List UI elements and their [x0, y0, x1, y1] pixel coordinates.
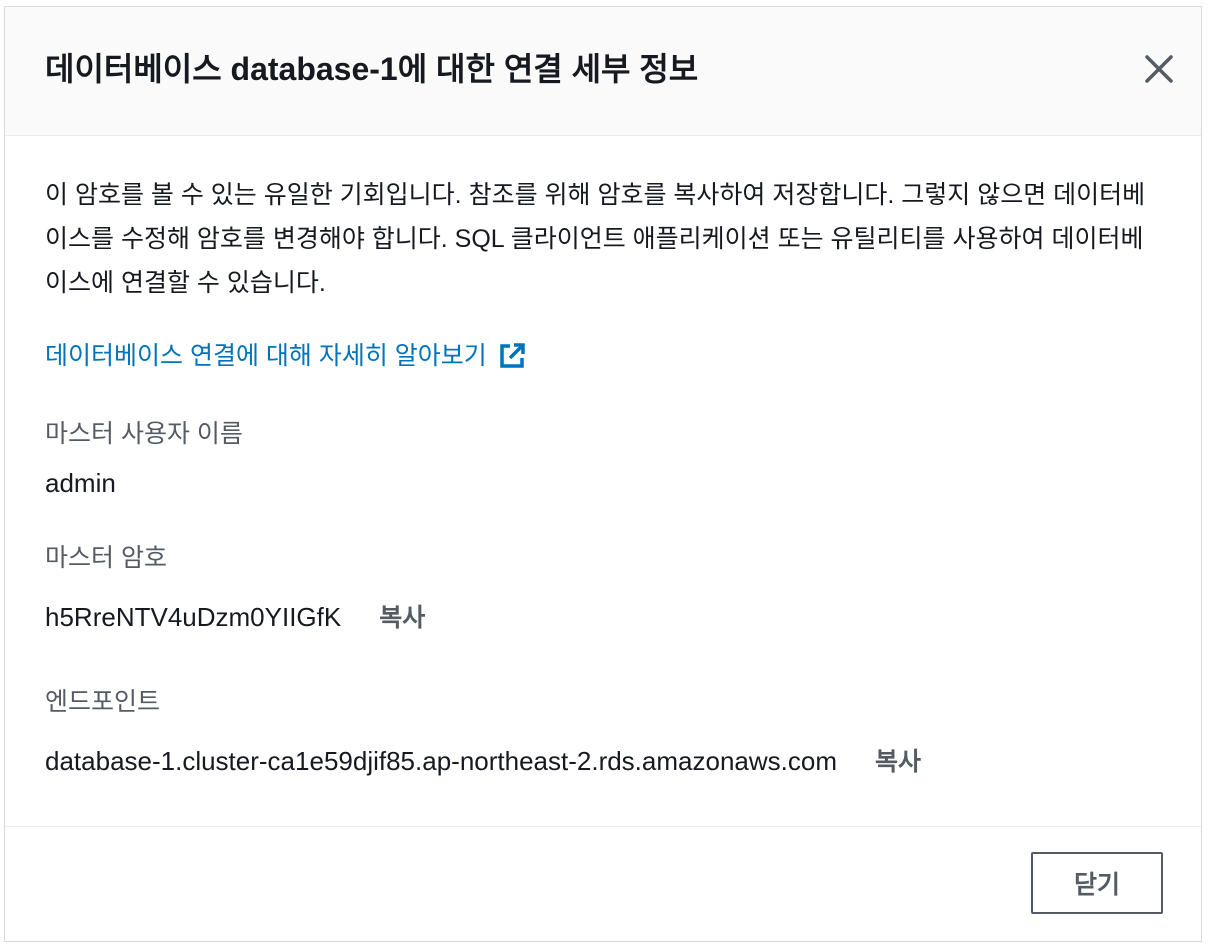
learn-more-label: 데이터베이스 연결에 대해 자세히 알아보기 [45, 342, 487, 370]
modal-footer: 닫기 [5, 826, 1201, 941]
close-footer-button[interactable]: 닫기 [1031, 852, 1163, 914]
modal-title: 데이터베이스 database-1에 대한 연결 세부 정보 [45, 51, 699, 87]
learn-more-link[interactable]: 데이터베이스 연결에 대해 자세히 알아보기 [45, 339, 527, 373]
close-icon [1145, 55, 1173, 83]
master-username-value: admin [45, 468, 116, 498]
master-password-row: h5RreNTV4uDzm0YIIGfK 복사 [45, 599, 425, 636]
endpoint-row: database-1.cluster-ca1e59djif85.ap-north… [45, 743, 921, 780]
modal-body: 이 암호를 볼 수 있는 유일한 기회입니다. 참조를 위해 암호를 복사하여 … [45, 173, 1155, 776]
connection-details-modal: 데이터베이스 database-1에 대한 연결 세부 정보 이 암호를 볼 수… [4, 6, 1202, 942]
endpoint-label: 엔드포인트 [45, 688, 161, 716]
modal-header: 데이터베이스 database-1에 대한 연결 세부 정보 [5, 7, 1201, 136]
close-button[interactable] [1139, 49, 1179, 89]
master-password-label: 마스터 암호 [45, 544, 167, 572]
endpoint-value: database-1.cluster-ca1e59djif85.ap-north… [45, 746, 837, 776]
description-text: 이 암호를 볼 수 있는 유일한 기회입니다. 참조를 위해 암호를 복사하여 … [45, 181, 1146, 297]
external-link-icon [500, 343, 525, 368]
copy-endpoint-button[interactable]: 복사 [875, 748, 921, 776]
master-password-value: h5RreNTV4uDzm0YIIGfK [45, 602, 342, 632]
copy-password-button[interactable]: 복사 [379, 604, 425, 632]
master-username-label: 마스터 사용자 이름 [45, 420, 243, 448]
